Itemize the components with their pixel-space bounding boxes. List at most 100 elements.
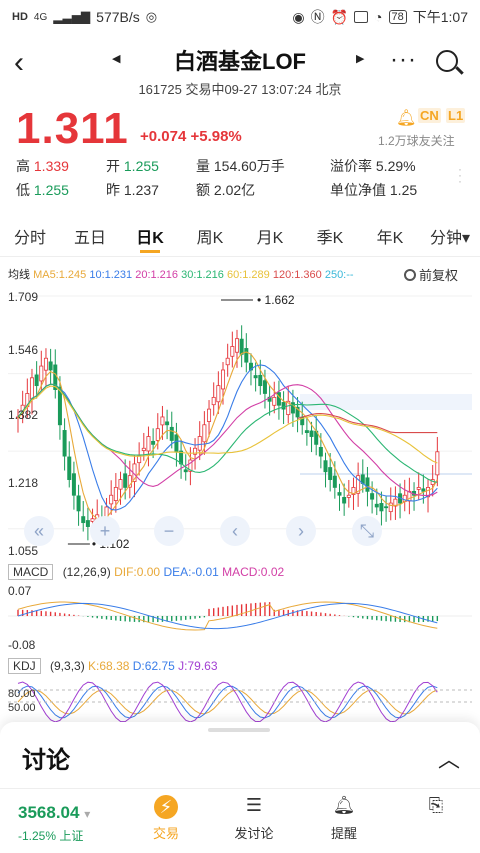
scroll-right-icon[interactable]: › bbox=[286, 516, 316, 546]
kdj-selector[interactable]: KDJ bbox=[8, 658, 41, 674]
tab-3[interactable]: 周K bbox=[180, 222, 240, 256]
candle-body bbox=[202, 424, 207, 443]
stat-7: 单位净值 1.25 bbox=[330, 180, 417, 200]
stat-3: 溢价率 5.29% bbox=[330, 156, 416, 176]
candle-body bbox=[123, 473, 128, 488]
candle-body bbox=[281, 402, 286, 410]
price-band bbox=[300, 394, 472, 410]
kdj-y-mid: 50.00 bbox=[8, 702, 36, 714]
candle-body bbox=[155, 428, 160, 441]
tab-6[interactable]: 年K bbox=[360, 222, 420, 256]
status-bar: HD 4G ▂▃▅▇ 577B/s ◎ ◉ Ⓝ ⏰ ◔ 78 下午1:07 bbox=[0, 0, 480, 34]
candle-body bbox=[137, 455, 142, 464]
candle-body bbox=[146, 436, 151, 452]
discussion-sheet[interactable]: 讨论 ︿ bbox=[0, 722, 480, 788]
next-stock-icon[interactable]: ▶ bbox=[356, 52, 364, 65]
bell-icon: 🔔︎ bbox=[332, 795, 356, 815]
current-price: 1.311 bbox=[16, 104, 129, 153]
trade-icon: ⚡ bbox=[154, 795, 178, 819]
candle-body bbox=[43, 357, 48, 371]
tab-2[interactable]: 日K bbox=[120, 222, 180, 256]
tab-5[interactable]: 季K bbox=[300, 222, 360, 256]
ma-item: 10:1.231 bbox=[89, 269, 136, 281]
stat-label: 额 bbox=[196, 182, 214, 198]
stat-value: 2.02亿 bbox=[213, 182, 256, 198]
kdj-params: (9,3,3) bbox=[50, 659, 85, 673]
macd-selector[interactable]: MACD bbox=[8, 564, 54, 580]
candle-body bbox=[365, 477, 370, 492]
candle-body bbox=[416, 487, 421, 490]
candle-body bbox=[165, 421, 170, 426]
candle-body bbox=[258, 374, 263, 387]
nav-share[interactable]: ⎘ bbox=[396, 793, 476, 823]
stat-label: 昨 bbox=[106, 182, 124, 198]
zoom-in-icon[interactable]: + bbox=[90, 516, 120, 546]
candle-body bbox=[272, 396, 277, 406]
stat-value: 1.255 bbox=[33, 182, 69, 198]
stat-label: 量 bbox=[196, 158, 214, 174]
candle-body bbox=[85, 520, 90, 527]
y-tick-label: 1.055 bbox=[8, 544, 39, 558]
nav-trade[interactable]: ⚡ 交易 bbox=[126, 793, 206, 842]
more-stats-icon[interactable]: · · · bbox=[458, 163, 462, 187]
stat-5: 昨 1.237 bbox=[106, 180, 159, 200]
ma-item: MA5:1.245 bbox=[33, 269, 90, 281]
candle-body bbox=[337, 492, 342, 496]
ma-line-MA10 bbox=[17, 364, 438, 511]
stat-value: 1.25 bbox=[389, 182, 418, 198]
more-button[interactable]: ··· bbox=[390, 46, 417, 74]
chevron-up-icon[interactable]: ︿ bbox=[438, 742, 460, 774]
back-button[interactable]: ‹ bbox=[14, 48, 38, 78]
alert-bell-icon[interactable]: 🔔︎ bbox=[396, 108, 416, 128]
nav-post[interactable]: ☰ 发讨论 bbox=[214, 793, 294, 842]
search-icon[interactable] bbox=[436, 50, 458, 72]
candle-body bbox=[174, 434, 179, 453]
zoom-out-icon[interactable]: − bbox=[154, 516, 184, 546]
ma-line-MA120 bbox=[297, 412, 438, 434]
stat-label: 单位净值 bbox=[330, 182, 390, 198]
candle-body bbox=[225, 357, 230, 366]
ma-label: 均线 bbox=[8, 269, 34, 281]
candle-body bbox=[216, 385, 221, 403]
candle-body bbox=[71, 473, 76, 496]
divider bbox=[0, 256, 480, 257]
signal-icon: ▂▃▅▇ bbox=[53, 10, 91, 24]
speed-icon: ◔ bbox=[374, 9, 383, 25]
macd-params: (12,26,9) bbox=[62, 565, 111, 579]
candle-body bbox=[118, 479, 123, 490]
kdj-k: K:68.38 bbox=[88, 659, 130, 673]
scroll-left-icon[interactable]: ‹ bbox=[220, 516, 250, 546]
candle-body bbox=[160, 416, 165, 426]
cn-tag[interactable]: CN bbox=[418, 108, 441, 123]
tab-0[interactable]: 分时 bbox=[0, 222, 60, 256]
nav-label: 交易 bbox=[152, 826, 179, 841]
macd-dea: DEA:-0.01 bbox=[163, 565, 219, 579]
index-value[interactable]: 3568.04 ▾ bbox=[18, 803, 90, 823]
macd-y-bottom: -0.08 bbox=[8, 638, 36, 652]
candle-body bbox=[253, 375, 258, 379]
drag-handle[interactable] bbox=[208, 728, 270, 732]
tab-4[interactable]: 月K bbox=[240, 222, 300, 256]
l1-tag[interactable]: L1 bbox=[446, 108, 466, 123]
tab-1[interactable]: 五日 bbox=[60, 222, 120, 256]
nav-bell[interactable]: 🔔︎ 提醒 bbox=[304, 793, 384, 842]
candle-body bbox=[151, 440, 156, 445]
macd-y-top: 0.07 bbox=[8, 584, 32, 598]
rewind-icon[interactable]: « bbox=[24, 516, 54, 546]
gear-icon bbox=[404, 269, 416, 281]
tab-7[interactable]: 分钟▾ bbox=[420, 222, 480, 256]
candle-body bbox=[67, 456, 72, 480]
wechat-icon: ◎ bbox=[145, 9, 158, 24]
kline-chart[interactable]: • 1.662• 1.102 bbox=[0, 282, 480, 722]
candle-body bbox=[332, 475, 337, 488]
stat-value: 1.237 bbox=[123, 182, 159, 198]
ma-item: 120:1.360 bbox=[272, 269, 325, 281]
candle-body bbox=[435, 451, 440, 476]
stat-6: 额 2.02亿 bbox=[196, 180, 255, 200]
candle-body bbox=[29, 377, 34, 400]
fullscreen-icon[interactable]: ⤡ bbox=[352, 516, 382, 546]
candle-body bbox=[39, 365, 44, 382]
ma-legend: 均线 MA5:1.245 10:1.231 20:1.216 30:1.216 … bbox=[8, 266, 354, 282]
followers-count[interactable]: 1.2万球友关注 bbox=[378, 132, 455, 149]
stat-label: 高 bbox=[16, 158, 34, 174]
